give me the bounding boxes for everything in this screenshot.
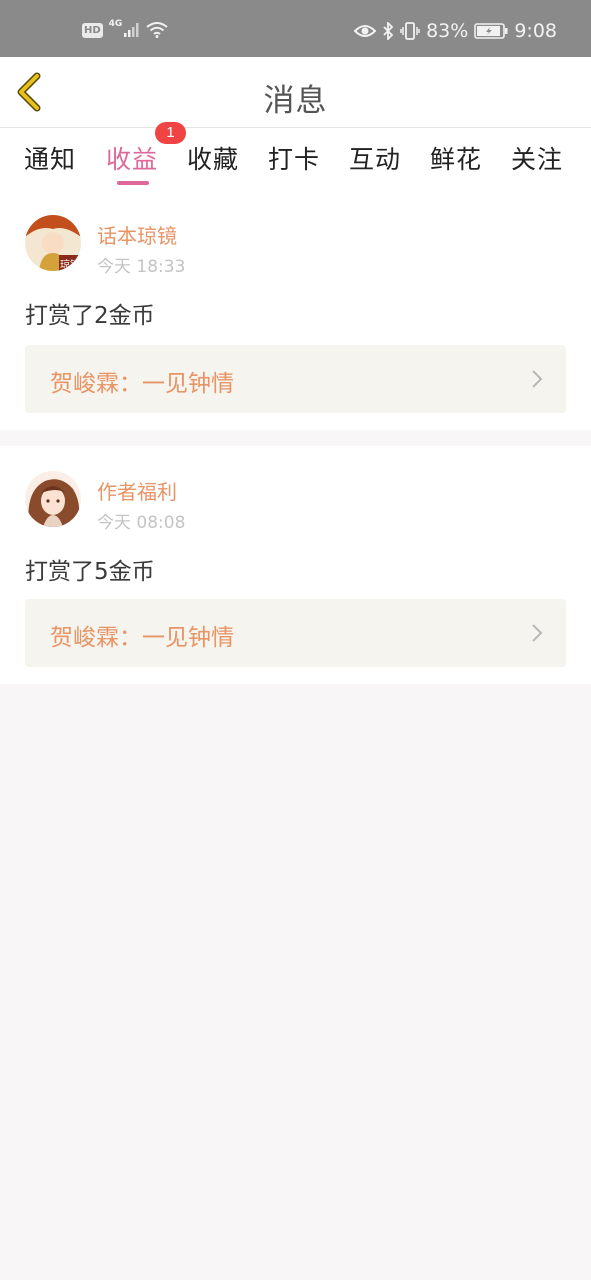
message-text: 打赏了2金币 [25,303,155,329]
page-title: 消息 [263,83,328,119]
tab-interaction[interactable]: 互动 [349,140,401,176]
avatar-image [25,471,81,527]
message-time: 今天 18:33 [97,257,186,277]
avatar-label: 琼镜 [60,258,80,271]
message-card: 作者福利 今天 08:08 打赏了5金币 贺峻霖：一见钟情 [0,446,591,684]
tab-earnings[interactable]: 收益 [106,140,158,176]
book-link[interactable]: 贺峻霖：一见钟情 [25,345,566,413]
tab-notifications[interactable]: 通知 [24,140,76,176]
active-tab-indicator [117,181,149,185]
status-bar: HD 4G 83% 9:08 [0,0,591,57]
battery-icon [474,23,508,39]
status-left: HD 4G [82,19,168,38]
eye-icon [354,25,377,37]
chevron-right-icon [532,624,543,642]
book-title: 贺峻霖：一见钟情 [50,371,234,397]
app-header: 消息 [0,57,591,128]
book-link[interactable]: 贺峻霖：一见钟情 [25,599,566,667]
status-right: 83% 9:08 [354,20,557,42]
wifi-icon [146,22,168,38]
message-time: 今天 08:08 [97,513,186,533]
avatar[interactable]: 琼镜 [25,215,81,271]
hd-indicator: HD [82,22,103,38]
earnings-badge: 1 [155,122,186,144]
message-text: 打赏了5金币 [25,559,155,585]
book-title: 贺峻霖：一见钟情 [50,625,234,651]
chevron-right-icon [532,370,543,388]
battery-percent: 83% [426,20,469,42]
tab-checkin[interactable]: 打卡 [268,140,320,176]
tab-flowers[interactable]: 鲜花 [430,140,482,176]
vibrate-icon [400,22,420,40]
network-type: 4G [108,19,123,29]
signal-icon [124,23,139,37]
sender-name[interactable]: 话本琼镜 [97,220,177,249]
tab-bar: 通知 收益 收藏 打卡 互动 鲜花 关注 [0,128,591,190]
bluetooth-icon [383,22,394,40]
avatar-image: 琼镜 [25,215,81,271]
avatar[interactable] [25,471,81,527]
sender-name[interactable]: 作者福利 [97,476,177,505]
clock: 9:08 [514,20,557,42]
tab-favorites[interactable]: 收藏 [187,140,239,176]
message-card: 琼镜 话本琼镜 今天 18:33 打赏了2金币 贺峻霖：一见钟情 [0,190,591,430]
tab-follow[interactable]: 关注 [511,140,563,176]
